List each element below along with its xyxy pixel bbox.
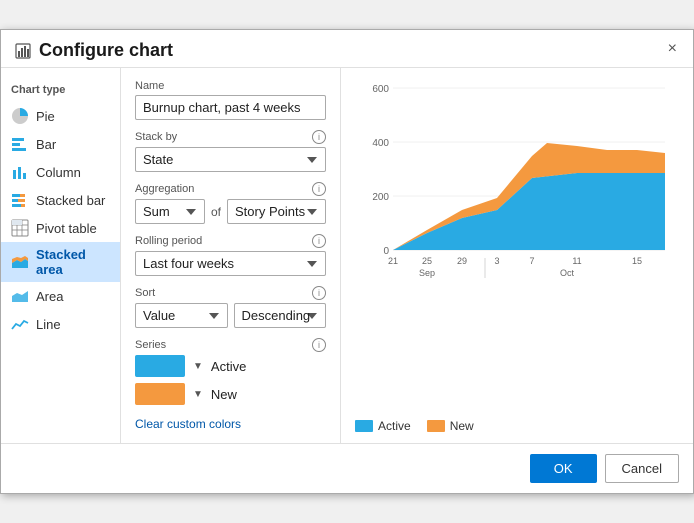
bar-label: Bar — [36, 137, 56, 152]
chart-type-pivot[interactable]: Pivot table — [1, 214, 120, 242]
name-field-group: Name — [135, 80, 326, 120]
cancel-button[interactable]: Cancel — [605, 454, 679, 483]
name-label: Name — [135, 80, 326, 92]
chart-area: 600 400 200 0 21 25 29 — [341, 68, 693, 443]
svg-text:29: 29 — [457, 256, 467, 266]
aggregation-field-select[interactable]: Story Points — [227, 199, 326, 224]
area-label: Area — [36, 289, 63, 304]
line-label: Line — [36, 317, 61, 332]
chart-type-pie[interactable]: Pie — [1, 102, 120, 130]
sort-field-select[interactable]: Value — [135, 303, 228, 328]
aggregation-info-icon[interactable]: i — [312, 182, 326, 196]
stack-by-field-group: Stack by i State — [135, 130, 326, 172]
series-label: Series i — [135, 338, 326, 352]
series-info-icon[interactable]: i — [312, 338, 326, 352]
svg-text:3: 3 — [494, 256, 499, 266]
close-button[interactable]: × — [662, 38, 683, 60]
pie-icon — [11, 107, 29, 125]
chart-active-area — [393, 173, 665, 250]
chart-legend: Active New — [355, 419, 679, 433]
stack-by-label: Stack by i — [135, 130, 326, 144]
stacked-area-icon — [11, 253, 29, 271]
sort-info-icon[interactable]: i — [312, 286, 326, 300]
name-input[interactable] — [135, 95, 326, 120]
aggregation-of: of — [211, 205, 221, 219]
chart-type-stacked-bar[interactable]: Stacked bar — [1, 186, 120, 214]
bar-icon — [11, 135, 29, 153]
legend-active-color — [355, 420, 373, 432]
clear-custom-colors-link[interactable]: Clear custom colors — [135, 417, 241, 431]
sort-field-group: Sort i Value Descending — [135, 286, 326, 328]
series-active-chevron[interactable]: ▼ — [193, 361, 203, 372]
aggregation-func-select[interactable]: Sum — [135, 199, 205, 224]
series-item-active: ▼ Active — [135, 355, 326, 377]
sort-row: Value Descending — [135, 303, 326, 328]
rolling-period-label: Rolling period i — [135, 234, 326, 248]
chart-type-bar[interactable]: Bar — [1, 130, 120, 158]
svg-text:7: 7 — [529, 256, 534, 266]
chart-type-label: Chart type — [1, 80, 120, 102]
svg-text:21: 21 — [388, 256, 398, 266]
svg-text:Oct: Oct — [560, 268, 575, 278]
dialog-title: Configure chart — [39, 40, 173, 61]
chart-type-area[interactable]: Area — [1, 282, 120, 310]
series-item-new: ▼ New — [135, 383, 326, 405]
chart-type-stacked-area[interactable]: Stacked area — [1, 242, 120, 282]
sort-label: Sort i — [135, 286, 326, 300]
series-section: Series i ▼ Active ▼ New Clear custom col… — [135, 338, 326, 431]
pivot-label: Pivot table — [36, 221, 97, 236]
svg-text:25: 25 — [422, 256, 432, 266]
svg-text:Sep: Sep — [419, 268, 435, 278]
dialog-footer: OK Cancel — [1, 443, 693, 493]
column-label: Column — [36, 165, 81, 180]
config-panel: Name Stack by i State Aggregation i — [121, 68, 341, 443]
configure-chart-dialog: Configure chart × Chart type Pie Bar — [0, 29, 694, 494]
pivot-icon — [11, 219, 29, 237]
column-icon — [11, 163, 29, 181]
chart-type-line[interactable]: Line — [1, 310, 120, 338]
chart-canvas: 600 400 200 0 21 25 29 — [355, 78, 679, 411]
dialog-header: Configure chart × — [1, 30, 693, 68]
line-icon — [11, 315, 29, 333]
legend-active: Active — [355, 419, 411, 433]
stacked-bar-label: Stacked bar — [36, 193, 105, 208]
aggregation-row: Sum of Story Points — [135, 199, 326, 224]
sort-order-select[interactable]: Descending — [234, 303, 327, 328]
legend-new: New — [427, 419, 474, 433]
chart-icon — [15, 43, 31, 59]
svg-text:200: 200 — [372, 192, 389, 203]
series-active-name: Active — [211, 359, 246, 374]
svg-text:600: 600 — [372, 84, 389, 95]
dialog-body: Chart type Pie Bar — [1, 68, 693, 443]
pie-label: Pie — [36, 109, 55, 124]
svg-text:11: 11 — [572, 256, 581, 266]
legend-new-label: New — [450, 419, 474, 433]
aggregation-field-group: Aggregation i Sum of Story Points — [135, 182, 326, 224]
rolling-period-info-icon[interactable]: i — [312, 234, 326, 248]
stacked-bar-icon — [11, 191, 29, 209]
series-new-name: New — [211, 387, 237, 402]
legend-new-color — [427, 420, 445, 432]
series-new-color-box[interactable] — [135, 383, 185, 405]
svg-text:400: 400 — [372, 138, 389, 149]
stack-by-info-icon[interactable]: i — [312, 130, 326, 144]
rolling-period-field-group: Rolling period i Last four weeks — [135, 234, 326, 276]
legend-active-label: Active — [378, 419, 411, 433]
chart-svg: 600 400 200 0 21 25 29 — [355, 78, 679, 298]
chart-type-column[interactable]: Column — [1, 158, 120, 186]
stacked-area-label: Stacked area — [36, 247, 110, 277]
rolling-period-select[interactable]: Last four weeks — [135, 251, 326, 276]
ok-button[interactable]: OK — [530, 454, 597, 483]
svg-text:15: 15 — [632, 256, 642, 266]
aggregation-label: Aggregation i — [135, 182, 326, 196]
stack-by-select[interactable]: State — [135, 147, 326, 172]
series-active-color-box[interactable] — [135, 355, 185, 377]
series-new-chevron[interactable]: ▼ — [193, 389, 203, 400]
chart-type-panel: Chart type Pie Bar — [1, 68, 121, 443]
area-icon — [11, 287, 29, 305]
